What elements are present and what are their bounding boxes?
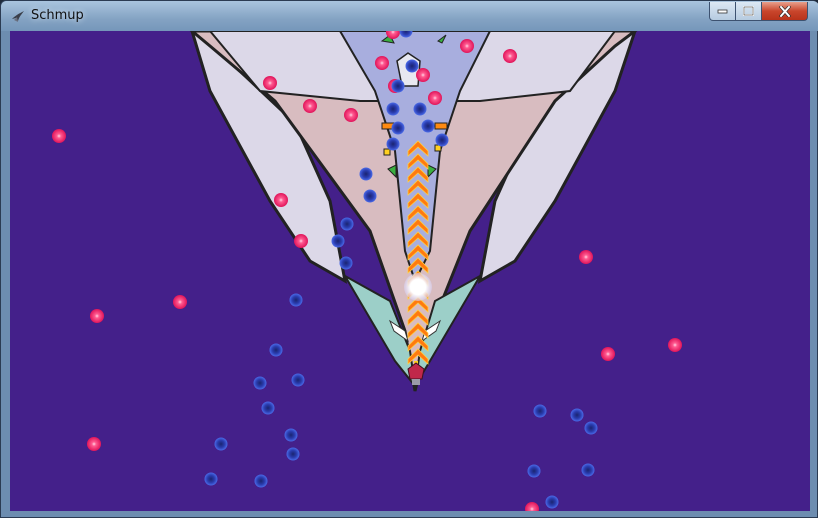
player-bullet bbox=[284, 428, 298, 442]
minimize-button[interactable] bbox=[709, 2, 736, 21]
player-bullet bbox=[386, 137, 400, 151]
player-bullet bbox=[435, 133, 449, 147]
game-scene bbox=[52, 31, 682, 511]
enemy-bullet bbox=[460, 39, 474, 53]
player-bullet bbox=[289, 293, 303, 307]
player-bullet bbox=[340, 217, 354, 231]
enemy-bullet bbox=[668, 338, 682, 352]
player-bullet bbox=[339, 256, 353, 270]
enemy-bullet bbox=[503, 49, 517, 63]
player-bullet bbox=[254, 474, 268, 488]
enemy-bullet bbox=[601, 347, 615, 361]
player-bullet bbox=[204, 472, 218, 486]
close-icon bbox=[778, 5, 791, 17]
player-bullet bbox=[269, 343, 283, 357]
enemy-bullet bbox=[294, 234, 308, 248]
player-bullet bbox=[533, 404, 547, 418]
player-bullet bbox=[286, 447, 300, 461]
enemy-bullet bbox=[90, 309, 104, 323]
minimize-icon bbox=[717, 9, 728, 14]
window-title: Schmup bbox=[31, 8, 84, 23]
player-bullet bbox=[363, 189, 377, 203]
player-bullet bbox=[359, 167, 373, 181]
player-bullet bbox=[545, 495, 559, 509]
title-bar[interactable]: Schmup bbox=[1, 1, 818, 31]
enemy-bullet bbox=[173, 295, 187, 309]
enemy-bullet bbox=[416, 68, 430, 82]
window-frame: Schmup bbox=[0, 0, 818, 518]
player-bullet bbox=[291, 373, 305, 387]
player-bullet bbox=[261, 401, 275, 415]
enemy-bullet bbox=[87, 437, 101, 451]
player-bullet bbox=[581, 463, 595, 477]
player-bullet bbox=[413, 102, 427, 116]
charge-glow bbox=[404, 273, 432, 301]
player-bullet bbox=[391, 79, 405, 93]
enemy-bullet bbox=[579, 250, 593, 264]
player-bullet bbox=[253, 376, 267, 390]
enemy-bullet bbox=[263, 76, 277, 90]
player-bullet bbox=[527, 464, 541, 478]
maximize-button[interactable] bbox=[735, 2, 762, 21]
player-bullet bbox=[405, 59, 419, 73]
maximize-icon bbox=[743, 6, 754, 16]
player-bullet bbox=[391, 121, 405, 135]
enemy-bullet bbox=[428, 91, 442, 105]
player-bullet bbox=[386, 102, 400, 116]
enemy-bullet bbox=[303, 99, 317, 113]
player-bullet bbox=[570, 408, 584, 422]
enemy-bullet bbox=[375, 56, 389, 70]
enemy-bullet bbox=[344, 108, 358, 122]
close-button[interactable] bbox=[761, 2, 808, 21]
game-canvas[interactable] bbox=[10, 31, 810, 511]
player-bullet bbox=[421, 119, 435, 133]
player-bullet bbox=[331, 234, 345, 248]
enemy-bullet bbox=[525, 502, 539, 511]
enemy-bullet bbox=[52, 129, 66, 143]
enemy-bullet bbox=[274, 193, 288, 207]
player-bullet bbox=[584, 421, 598, 435]
bird-icon bbox=[12, 11, 24, 22]
player-bullet bbox=[214, 437, 228, 451]
